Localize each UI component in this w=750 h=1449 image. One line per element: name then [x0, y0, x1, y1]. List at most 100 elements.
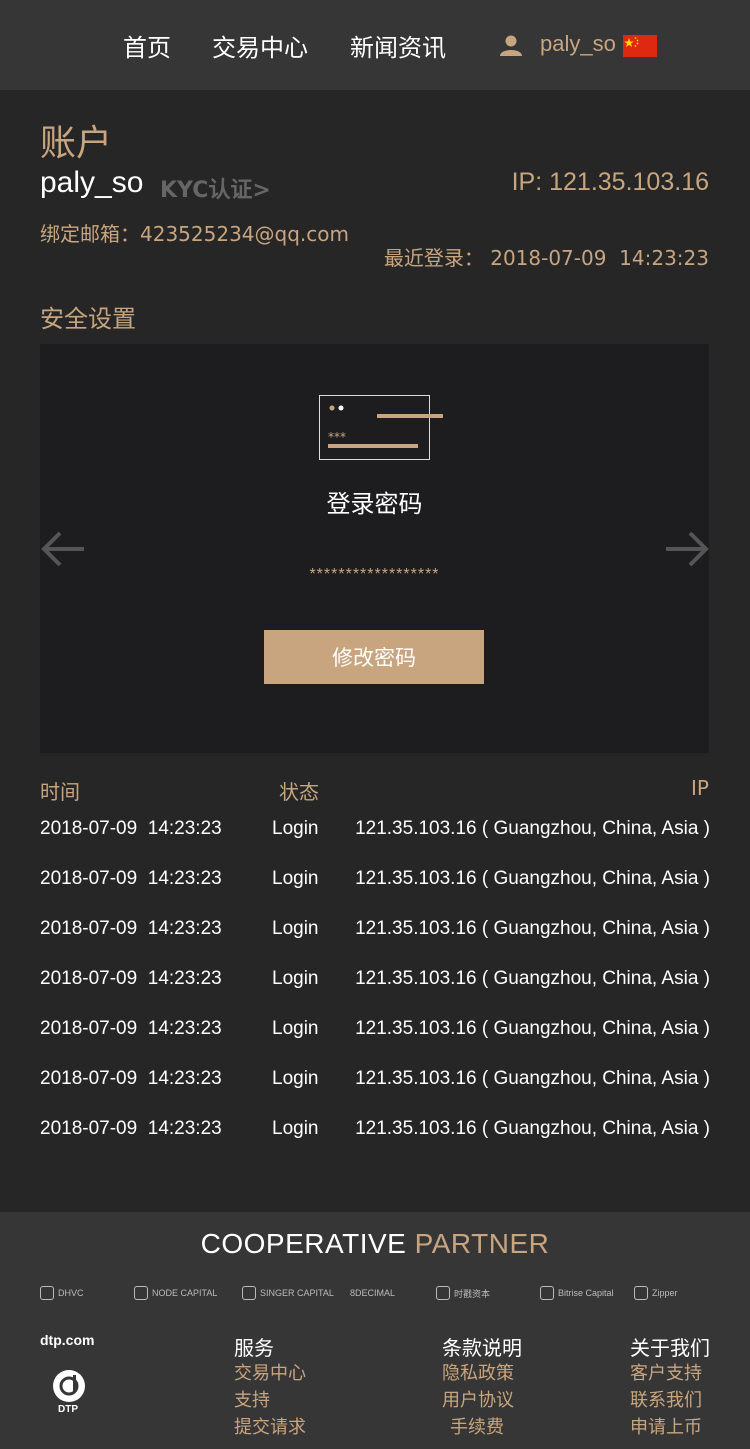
svg-text:***: *** [328, 430, 346, 444]
log-time: 2018-07-09 14:23:23 [40, 968, 222, 989]
log-header-time: 时间 [40, 780, 80, 804]
footer-col-title: 条款说明 [442, 1336, 522, 1360]
partner-logo[interactable]: 8DECIMAL [350, 1278, 395, 1308]
footer-link[interactable]: 客户支持 [630, 1360, 710, 1387]
partner-logo[interactable]: NODE CAPITAL [134, 1278, 217, 1308]
password-masked: ****************** [309, 566, 440, 583]
email-label: 绑定邮箱： [40, 222, 140, 246]
account-ip: IP: 121.35.103.16 [511, 168, 709, 196]
log-status: Login [272, 918, 319, 939]
footer: COOPERATIVE PARTNER DHVC NODE CAPITAL SI… [0, 1212, 750, 1449]
log-time: 2018-07-09 14:23:23 [40, 818, 222, 839]
log-time: 2018-07-09 14:23:23 [40, 918, 222, 939]
partner-name: Zipper [652, 1288, 678, 1298]
log-row: 2018-07-09 14:23:23 Login 121.35.103.16 ( … [40, 968, 710, 998]
log-status: Login [272, 1118, 319, 1139]
log-status: Login [272, 868, 319, 889]
change-password-button[interactable]: 修改密码 [264, 630, 484, 684]
nav-news[interactable]: 新闻资讯 [350, 28, 446, 63]
log-time: 2018-07-09 14:23:23 [40, 868, 222, 889]
log-row: 2018-07-09 14:23:23 Login 121.35.103.16 ( … [40, 1118, 710, 1148]
brand-name[interactable]: dtp.com [40, 1332, 94, 1348]
partner-logo[interactable]: DHVC [40, 1278, 84, 1308]
partner-logo[interactable]: 时戳资本 [436, 1278, 490, 1308]
partner-title-a: COOPERATIVE [200, 1228, 407, 1259]
partner-mark-icon [634, 1286, 648, 1300]
partner-name: 时戳资本 [454, 1288, 491, 1299]
partner-mark-icon [134, 1286, 148, 1300]
nav-home[interactable]: 首页 [123, 28, 171, 63]
footer-link[interactable]: 提交请求 [234, 1414, 306, 1441]
log-row: 2018-07-09 14:23:23 Login 121.35.103.16 ( … [40, 868, 710, 898]
partner-mark-icon [436, 1286, 450, 1300]
footer-col-title: 关于我们 [630, 1336, 710, 1360]
partner-mark-icon [540, 1286, 554, 1300]
log-header-ip: IP [691, 776, 709, 800]
footer-col-services: 服务 交易中心 支持 提交请求 [234, 1332, 306, 1441]
footer-col-about: 关于我们 客户支持 联系我们 申请上币 [630, 1332, 710, 1441]
log-row: 2018-07-09 14:23:23 Login 121.35.103.16 ( … [40, 1068, 710, 1098]
partner-name: 8DECIMAL [350, 1288, 396, 1298]
top-nav: 首页 交易中心 新闻资讯 paly_so [0, 0, 750, 90]
log-status: Login [272, 968, 319, 989]
log-time: 2018-07-09 14:23:23 [40, 1068, 222, 1089]
footer-link[interactable]: 隐私政策 [442, 1360, 522, 1387]
arrow-left-icon[interactable] [40, 530, 86, 568]
footer-link[interactable]: 支持 [234, 1387, 306, 1414]
password-card-icon: *** [319, 395, 443, 460]
log-status: Login [272, 1068, 319, 1089]
partner-name: SINGER CAPITAL [260, 1288, 334, 1298]
arrow-right-icon[interactable] [664, 530, 710, 568]
footer-link[interactable]: 手续费 [442, 1414, 522, 1441]
footer-col-title: 服务 [234, 1336, 274, 1360]
footer-link[interactable]: 联系我们 [630, 1387, 710, 1414]
log-ip: 121.35.103.16 ( Guangzhou, China, Asia ) [355, 1118, 710, 1139]
footer-col-terms: 条款说明 隐私政策 用户协议 手续费 [442, 1332, 522, 1441]
partner-name: Bitrise Capital [558, 1288, 614, 1298]
footer-link[interactable]: 交易中心 [234, 1360, 306, 1387]
dtp-logo-icon [53, 1370, 85, 1402]
footer-link[interactable]: 申请上币 [630, 1414, 710, 1441]
email-row: 绑定邮箱：423525234@qq.com [40, 218, 349, 247]
log-ip: 121.35.103.16 ( Guangzhou, China, Asia ) [355, 918, 710, 939]
log-status: Login [272, 1018, 319, 1039]
footer-link[interactable]: 用户协议 [442, 1387, 522, 1414]
log-status: Login [272, 818, 319, 839]
last-login-row: 最近登录： 2018-07-09 14:23:23 [371, 218, 709, 271]
log-row: 2018-07-09 14:23:23 Login 121.35.103.16 ( … [40, 818, 710, 848]
last-login-label: 最近登录： [383, 246, 484, 270]
log-row: 2018-07-09 14:23:23 Login 121.35.103.16 ( … [40, 918, 710, 948]
partner-title-b: PARTNER [414, 1228, 550, 1259]
account-username: paly_so [40, 166, 144, 199]
log-ip: 121.35.103.16 ( Guangzhou, China, Asia ) [355, 1068, 710, 1089]
log-ip: 121.35.103.16 ( Guangzhou, China, Asia ) [355, 818, 710, 839]
brand-sub: DTP [58, 1404, 78, 1415]
partner-name: NODE CAPITAL [152, 1288, 218, 1298]
nav-username[interactable]: paly_so [540, 31, 616, 57]
account-title: 账户 [40, 123, 113, 164]
security-title: 安全设置 [40, 305, 136, 333]
partner-logo[interactable]: Bitrise Capital [540, 1278, 614, 1308]
user-icon[interactable] [499, 34, 523, 56]
nav-trade-center[interactable]: 交易中心 [212, 28, 308, 63]
partner-logos: DHVC NODE CAPITAL SINGER CAPITAL 8DECIMA… [40, 1278, 710, 1308]
log-ip: 121.35.103.16 ( Guangzhou, China, Asia ) [355, 1018, 710, 1039]
partner-title: COOPERATIVE PARTNER [0, 1228, 750, 1260]
partner-mark-icon [242, 1286, 256, 1300]
partner-name: DHVC [58, 1288, 84, 1298]
log-time: 2018-07-09 14:23:23 [40, 1018, 222, 1039]
partner-mark-icon [40, 1286, 54, 1300]
password-card: *** 登录密码 ****************** 修改密码 [40, 344, 709, 753]
kyc-link[interactable]: KYC认证> [160, 172, 271, 204]
partner-logo[interactable]: SINGER CAPITAL [242, 1278, 334, 1308]
email-value: 423525234@qq.com [140, 222, 349, 246]
china-flag-icon[interactable] [623, 35, 657, 57]
log-header-status: 状态 [279, 780, 319, 804]
password-label: 登录密码 [326, 490, 423, 518]
partner-logo[interactable]: Zipper [634, 1278, 678, 1308]
log-time: 2018-07-09 14:23:23 [40, 1118, 222, 1139]
log-ip: 121.35.103.16 ( Guangzhou, China, Asia ) [355, 868, 710, 889]
log-ip: 121.35.103.16 ( Guangzhou, China, Asia ) [355, 968, 710, 989]
log-row: 2018-07-09 14:23:23 Login 121.35.103.16 ( … [40, 1018, 710, 1048]
last-login-value: 2018-07-09 14:23:23 [490, 246, 709, 270]
